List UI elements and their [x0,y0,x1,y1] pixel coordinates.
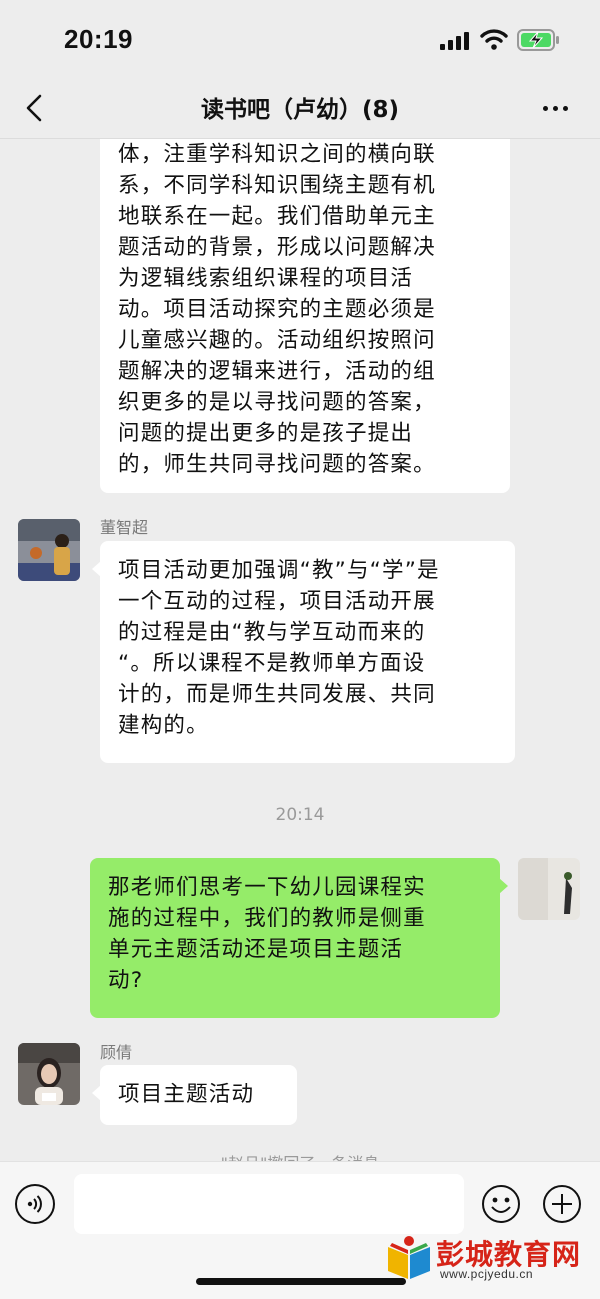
chat-title: 读书吧（卢幼）(8) [200,97,400,123]
battery-charging-icon [517,29,559,51]
home-indicator [196,1278,406,1285]
plus-icon[interactable] [542,1184,582,1224]
message-input[interactable] [74,1174,464,1234]
sender-name: 顾倩 [100,1043,133,1062]
message-list[interactable]: 体，注重学科知识之间的横向联 系，不同学科知识围绕主题有机 地联系在一起。我们借… [0,139,600,1161]
timestamp: 20:14 [275,805,325,825]
message-bubble[interactable]: 项目主题活动 [92,1065,297,1125]
nav-bar: 读书吧（卢幼）(8) [0,80,600,139]
watermark: 彭城教育网 www.pcjyedu.cn [384,1233,594,1285]
signal-icon [440,32,469,50]
message-bubble-outgoing[interactable]: 那老师们思考一下幼儿园课程实 施的过程中，我们的教师是侧重 单元主题活动还是项目… [90,858,508,1018]
status-bar: 20:19 [0,0,600,80]
avatar[interactable] [18,1043,80,1105]
avatar[interactable] [18,519,80,581]
sender-name: 董智超 [100,518,149,537]
more-icon[interactable] [540,96,576,120]
book-logo-icon [388,1236,430,1279]
message-bubble[interactable]: 项目活动更加强调“教”与“学”是 一个互动的过程，项目活动开展 的过程是由“教与… [92,541,515,763]
voice-icon[interactable] [15,1184,55,1224]
emoji-icon[interactable] [481,1184,521,1224]
watermark-url: www.pcjyedu.cn [440,1267,534,1281]
wifi-icon [480,29,508,50]
my-avatar[interactable] [518,858,580,920]
status-time: 20:19 [64,24,133,54]
recall-notice: "赵旦"撤回了一条消息 [0,1150,600,1161]
message-bubble[interactable]: 体，注重学科知识之间的横向联 系，不同学科知识围绕主题有机 地联系在一起。我们借… [100,139,510,493]
